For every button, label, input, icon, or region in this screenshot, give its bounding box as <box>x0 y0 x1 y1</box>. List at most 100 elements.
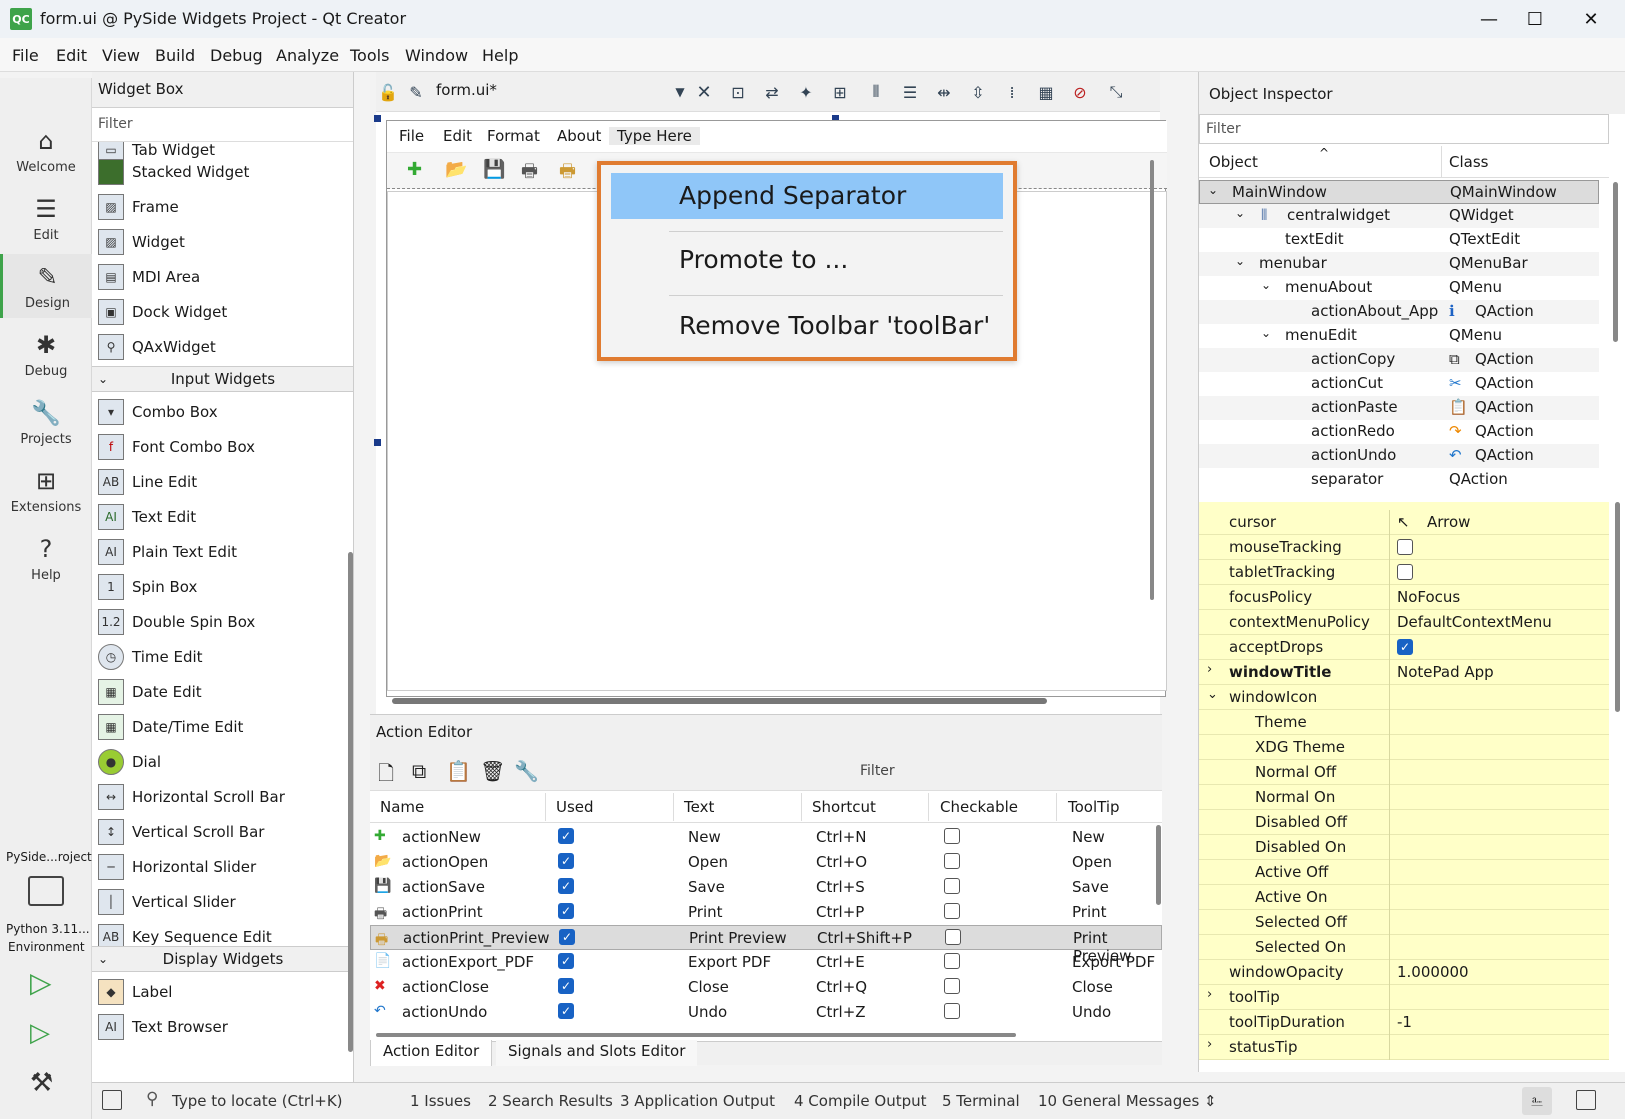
lock-icon[interactable]: 🔓 <box>376 80 400 104</box>
used-checkbox[interactable]: ✓ <box>558 953 574 969</box>
chevron-right-icon[interactable]: › <box>1207 987 1212 1002</box>
property-row[interactable]: › toolTip <box>1199 985 1609 1010</box>
chevron-down-icon[interactable]: ⌄ <box>1235 254 1245 268</box>
property-row[interactable]: › windowTitle NotePad App <box>1199 660 1609 685</box>
selection-handle[interactable] <box>374 439 381 446</box>
col-object[interactable]: Object <box>1209 153 1258 171</box>
widget-item[interactable]: ↔ Horizontal Scroll Bar <box>92 779 353 815</box>
tree-row[interactable]: ⌄ menuEdit QMenu <box>1199 324 1599 348</box>
property-row[interactable]: ⌄ windowIcon <box>1199 685 1609 710</box>
pane-switcher-icon[interactable]: ⇕ <box>1204 1092 1217 1110</box>
property-checkbox[interactable] <box>1397 539 1413 555</box>
property-row[interactable]: Active On <box>1199 885 1609 910</box>
pane-application-output[interactable]: 3 Application Output <box>620 1092 775 1110</box>
chevron-down-icon[interactable]: ⌄ <box>1208 183 1218 197</box>
tab-action-editor[interactable]: Action Editor <box>370 1040 493 1066</box>
mode-debug[interactable]: ✱ Debug <box>0 322 92 386</box>
checkable-checkbox[interactable] <box>944 903 960 919</box>
property-value[interactable]: -1 <box>1397 1013 1412 1031</box>
layout-form-icon[interactable]: ⁞ <box>1000 80 1024 104</box>
promote-to-menu-item[interactable]: Promote to ... <box>611 237 1003 283</box>
action-table-vscrollbar[interactable] <box>1156 825 1161 905</box>
action-filter-input[interactable]: Filter <box>860 759 1160 785</box>
toggle-right-sidebar-icon[interactable] <box>1576 1090 1596 1110</box>
edit-buddies-icon[interactable]: ✦ <box>794 80 818 104</box>
widget-item[interactable]: ▤ MDI Area <box>92 259 353 295</box>
property-row[interactable]: Normal Off <box>1199 760 1609 785</box>
property-row[interactable]: Theme <box>1199 710 1609 735</box>
print-icon[interactable]: 🖶 <box>521 159 538 189</box>
toggle-sidebar-icon[interactable] <box>102 1090 122 1110</box>
col-checkable[interactable]: Checkable <box>940 798 1018 816</box>
adjust-size-icon[interactable]: ⤡ <box>1104 80 1128 104</box>
widget-item[interactable]: ◷ Time Edit <box>92 639 353 675</box>
pane-search-results[interactable]: 2 Search Results <box>488 1092 613 1110</box>
menu-file[interactable]: File <box>12 46 39 65</box>
object-tree-scrollbar[interactable] <box>1613 182 1618 342</box>
property-value[interactable]: NoFocus <box>1397 588 1460 606</box>
table-row[interactable]: 📂 actionOpen ✓ Open Ctrl+O Open <box>370 850 1162 875</box>
remove-toolbar-menu-item[interactable]: Remove Toolbar 'toolBar' <box>611 303 1003 349</box>
build-hammer-icon[interactable]: ⚒ <box>30 1068 53 1098</box>
print-preview-icon[interactable]: 🖶 <box>559 159 576 189</box>
property-row[interactable]: Disabled Off <box>1199 810 1609 835</box>
canvas-horizontal-scrollbar[interactable] <box>392 698 1047 704</box>
form-menu-format[interactable]: Format <box>487 127 540 145</box>
category-input-widgets[interactable]: ⌄ Input Widgets <box>92 366 353 392</box>
col-used[interactable]: Used <box>556 798 594 816</box>
used-checkbox[interactable]: ✓ <box>558 978 574 994</box>
mode-design[interactable]: ✎ Design <box>0 254 92 318</box>
property-row[interactable]: Active Off <box>1199 860 1609 885</box>
tree-row[interactable]: actionAbout_App ℹ QAction <box>1199 300 1599 324</box>
used-checkbox[interactable]: ✓ <box>558 1003 574 1019</box>
mode-help[interactable]: ? Help <box>0 526 92 590</box>
minimize-button[interactable]: — <box>1466 4 1512 34</box>
widget-item[interactable]: ▨ Frame <box>92 189 353 225</box>
widget-item[interactable]: AB Line Edit <box>92 464 353 500</box>
edit-widgets-icon[interactable]: ⊡ <box>726 80 750 104</box>
checkable-checkbox[interactable] <box>945 929 961 945</box>
checkable-checkbox[interactable] <box>944 828 960 844</box>
widget-item[interactable]: 1 Spin Box <box>92 569 353 605</box>
tree-row[interactable]: actionPaste 📋 QAction <box>1199 396 1599 420</box>
layout-horizontal-icon[interactable]: ⫴ <box>864 80 888 104</box>
monitor-icon[interactable] <box>28 876 64 906</box>
chevron-down-icon[interactable]: ⌄ <box>1261 278 1271 292</box>
table-row[interactable]: 📄 actionExport_PDF ✓ Export PDF Ctrl+E Export… <box>370 950 1162 975</box>
used-checkbox[interactable]: ✓ <box>558 828 574 844</box>
widget-item[interactable]: AI Text Browser <box>92 1009 353 1045</box>
widget-item[interactable]: ● Dial <box>92 744 353 780</box>
action-table-hscrollbar[interactable] <box>376 1033 1016 1037</box>
pane-general-messages[interactable]: 10 General Messages <box>1038 1092 1199 1110</box>
chevron-down-icon[interactable]: ⌄ <box>1261 326 1271 340</box>
property-row[interactable]: Normal On <box>1199 785 1609 810</box>
mode-extensions[interactable]: ⊞ Extensions <box>0 458 92 522</box>
tree-row[interactable]: actionCut ✂ QAction <box>1199 372 1599 396</box>
mode-projects[interactable]: 🔧 Projects <box>0 390 92 454</box>
chevron-down-icon[interactable]: ⌄ <box>1207 687 1218 702</box>
menu-edit[interactable]: Edit <box>56 46 87 65</box>
chevron-down-icon[interactable]: ▼ <box>668 80 692 104</box>
widget-item[interactable]: ▨ Widget <box>92 224 353 260</box>
menu-build[interactable]: Build <box>155 46 195 65</box>
property-value[interactable]: NotePad App <box>1397 663 1494 681</box>
widget-item[interactable]: ▣ Dock Widget <box>92 294 353 330</box>
menu-analyze[interactable]: Analyze <box>276 46 339 65</box>
tree-row[interactable]: textEdit QTextEdit <box>1199 228 1599 252</box>
splitter-vertical-icon[interactable]: ⇳ <box>966 80 990 104</box>
table-row[interactable]: ✖ actionClose ✓ Close Ctrl+Q Close <box>370 975 1162 1000</box>
form-menu-file[interactable]: File <box>399 127 424 145</box>
table-row-selected[interactable]: 🖶 actionPrint_Preview ✓ Print Preview Ctrl+S… <box>370 925 1162 965</box>
widget-item[interactable]: ↕ Vertical Scroll Bar <box>92 814 353 850</box>
property-row[interactable]: toolTipDuration -1 <box>1199 1010 1609 1035</box>
save-icon[interactable]: 💾 <box>483 159 505 180</box>
widget-item[interactable]: f Font Combo Box <box>92 429 353 465</box>
form-menu-type-here[interactable]: Type Here <box>609 127 700 145</box>
property-value[interactable]: Arrow <box>1427 513 1470 531</box>
tree-row[interactable]: ⌄ menuAbout QMenu <box>1199 276 1599 300</box>
edit-signals-icon[interactable]: ⇄ <box>760 80 784 104</box>
chevron-right-icon[interactable]: › <box>1207 662 1212 677</box>
property-row[interactable]: acceptDrops ✓ <box>1199 635 1609 660</box>
layout-grid-icon[interactable]: ▦ <box>1034 80 1058 104</box>
delete-action-icon[interactable]: 🗑 <box>480 759 508 785</box>
